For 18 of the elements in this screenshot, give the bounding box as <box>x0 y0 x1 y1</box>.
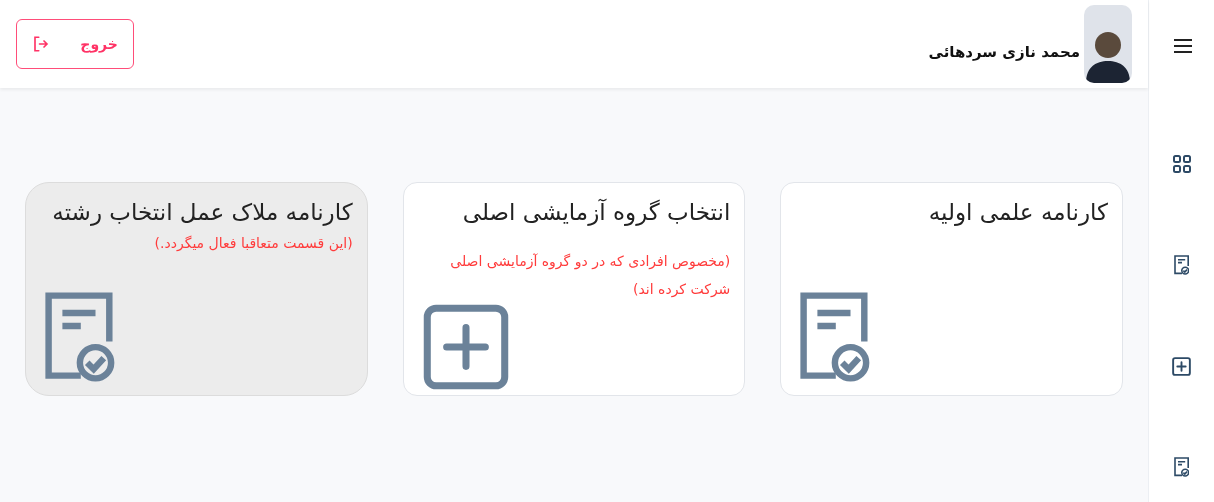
card-note: (این قسمت متعاقبا فعال میگردد.) <box>153 234 353 254</box>
plus-square-icon <box>421 303 510 391</box>
document-check-icon <box>799 291 872 383</box>
user-name: محمد نازی سردهائی <box>928 41 1080 63</box>
menu-icon[interactable] <box>1171 36 1192 56</box>
document-check-icon <box>1173 255 1190 275</box>
plus-square-icon <box>1172 356 1191 376</box>
card-title: انتخاب گروه آزمایشی اصلی <box>461 197 731 228</box>
logout-icon <box>32 35 51 53</box>
card-note: (مخصوص افرادی که در دو گروه آزمایشی اصلی شرکت کرده اند) <box>449 252 731 300</box>
menu-card[interactable]: انتخاب گروه آزمایشی اصلی (مخصوص افرادی که در دو گروه آزمایشی اصلی شرکت کرده اند) <box>402 182 746 396</box>
card-title: کارنامه ملاک عمل انتخاب رشته <box>51 198 353 228</box>
card-title: کارنامه علمی اولیه <box>927 198 1108 228</box>
logout-button[interactable]: خروج <box>16 19 134 69</box>
grid-icon <box>1171 154 1192 174</box>
document-check-icon <box>44 291 116 383</box>
document-check-icon <box>1173 457 1190 477</box>
menu-card[interactable]: کارنامه علمی اولیه <box>780 182 1123 396</box>
